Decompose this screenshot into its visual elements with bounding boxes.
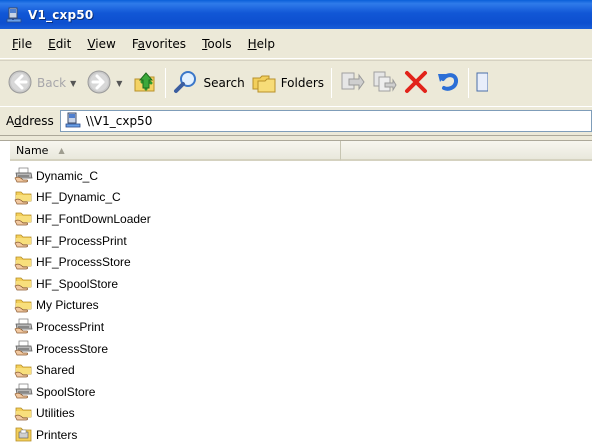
- menu-edit[interactable]: Edit: [40, 35, 79, 53]
- undo-button[interactable]: [432, 65, 464, 101]
- list-item[interactable]: Printers: [14, 424, 344, 446]
- back-dropdown-icon[interactable]: ▼: [70, 79, 76, 88]
- toolbar-separator: [165, 68, 167, 98]
- forward-dropdown-icon[interactable]: ▼: [116, 79, 122, 88]
- shared-printer-icon: [14, 167, 34, 184]
- views-icon: [476, 69, 489, 98]
- column-header-name-label: Name: [16, 143, 49, 157]
- address-bar: Address \\V1_cxp50: [0, 106, 592, 136]
- back-label: Back: [37, 76, 67, 90]
- address-input[interactable]: \\V1_cxp50: [59, 110, 592, 132]
- file-list: Dynamic_C HF_Dynamic_C HF_FontDownLoader HF…: [14, 165, 344, 446]
- list-item-label: ProcessPrint: [36, 319, 105, 334]
- menu-help[interactable]: Help: [240, 35, 283, 53]
- list-item-label: HF_ProcessPrint: [36, 233, 127, 248]
- list-item-label: Utilities: [36, 406, 75, 421]
- copy-to-icon: [371, 69, 397, 98]
- shared-folder-icon: [14, 232, 34, 249]
- list-item[interactable]: Utilities: [14, 403, 344, 425]
- title-bar[interactable]: V1_cxp50: [0, 0, 592, 29]
- move-to-button[interactable]: [336, 65, 368, 101]
- list-item[interactable]: HF_Dynamic_C: [14, 187, 344, 209]
- menu-file[interactable]: File: [4, 35, 40, 53]
- folders-icon: [251, 69, 277, 98]
- search-label: Search: [203, 76, 245, 90]
- undo-icon: [435, 69, 461, 98]
- address-label: Address: [6, 114, 54, 128]
- column-header-empty[interactable]: [341, 141, 592, 161]
- shared-printer-icon: [14, 340, 34, 357]
- search-icon: [173, 69, 199, 98]
- toolbar-separator: [331, 68, 333, 98]
- printers-folder-icon: [14, 426, 34, 443]
- copy-to-button[interactable]: [368, 65, 400, 101]
- up-button[interactable]: [129, 65, 161, 101]
- forward-arrow-icon: [86, 69, 112, 98]
- back-button[interactable]: Back ▼: [4, 65, 83, 101]
- shared-folder-icon: [14, 254, 34, 271]
- list-item-label: HF_SpoolStore: [36, 276, 119, 291]
- toolbar-separator: [468, 68, 470, 98]
- list-item[interactable]: Shared: [14, 359, 344, 381]
- list-item-label: Dynamic_C: [36, 168, 99, 183]
- window-title: V1_cxp50: [28, 7, 94, 22]
- delete-x-icon: [403, 69, 429, 98]
- menu-view[interactable]: View: [79, 35, 123, 53]
- list-item-label: SpoolStore: [36, 384, 96, 399]
- delete-button[interactable]: [400, 65, 432, 101]
- column-header-name[interactable]: Name ▲: [10, 141, 341, 161]
- list-item[interactable]: HF_SpoolStore: [14, 273, 344, 295]
- shared-printer-icon: [14, 318, 34, 335]
- menu-favorites[interactable]: Favorites: [124, 35, 194, 53]
- shared-folder-icon: [14, 297, 34, 314]
- list-item[interactable]: HF_FontDownLoader: [14, 208, 344, 230]
- menu-tools[interactable]: Tools: [194, 35, 240, 53]
- list-item[interactable]: Dynamic_C: [14, 165, 344, 187]
- list-item[interactable]: My Pictures: [14, 295, 344, 317]
- list-item[interactable]: SpoolStore: [14, 381, 344, 403]
- folders-button[interactable]: Folders: [248, 65, 327, 101]
- views-button[interactable]: [473, 65, 491, 101]
- list-item-label: My Pictures: [36, 298, 99, 313]
- folder-up-icon: [132, 69, 158, 98]
- shared-folder-icon: [14, 275, 34, 292]
- shared-folder-icon: [14, 362, 34, 379]
- address-value: \\V1_cxp50: [85, 114, 153, 128]
- list-item[interactable]: HF_ProcessStore: [14, 251, 344, 273]
- shared-folder-icon: [14, 189, 34, 206]
- network-computer-icon: [65, 112, 81, 131]
- file-list-view[interactable]: Name ▲ Dynamic_C HF_Dynamic_C HF_FontDownL…: [0, 140, 592, 446]
- forward-button[interactable]: ▼: [83, 65, 129, 101]
- list-item-label: Printers: [36, 427, 78, 442]
- shared-printer-icon: [14, 383, 34, 400]
- list-item-label: HF_ProcessStore: [36, 255, 131, 270]
- list-item-label: HF_Dynamic_C: [36, 190, 121, 205]
- shared-folder-icon: [14, 210, 34, 227]
- sort-ascending-icon: ▲: [58, 145, 65, 155]
- move-to-icon: [339, 69, 365, 98]
- back-arrow-icon: [7, 69, 33, 98]
- list-item[interactable]: HF_ProcessPrint: [14, 230, 344, 252]
- list-item-label: Shared: [36, 363, 75, 378]
- list-item[interactable]: ProcessStore: [14, 338, 344, 360]
- list-item-label: ProcessStore: [36, 341, 109, 356]
- menu-bar: File Edit View Favorites Tools Help: [0, 29, 592, 59]
- shared-folder-icon: [14, 405, 34, 422]
- toolbar: Back ▼ ▼ Search Folders: [0, 60, 592, 105]
- network-computer-icon: [6, 7, 22, 23]
- list-item-label: HF_FontDownLoader: [36, 211, 151, 226]
- search-button[interactable]: Search: [170, 65, 247, 101]
- column-header-row: Name ▲: [10, 141, 592, 161]
- list-item[interactable]: ProcessPrint: [14, 316, 344, 338]
- folders-label: Folders: [280, 76, 325, 90]
